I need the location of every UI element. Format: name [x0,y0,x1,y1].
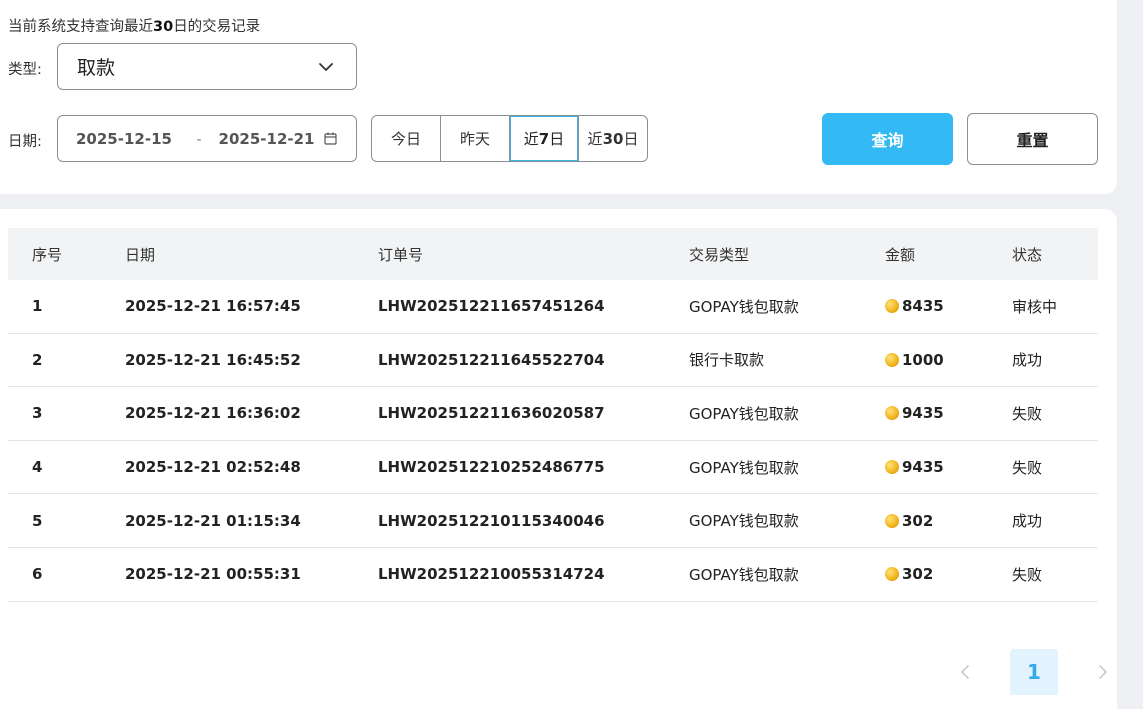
quick-7-days-button[interactable]: 近7日 [510,116,579,161]
amount-text: 302 [902,565,934,584]
date-start[interactable]: 2025-12-15 [76,130,185,148]
query-button[interactable]: 查询 [822,113,953,165]
records-table-panel: 序号 日期 订单号 交易类型 金额 状态 1 2025-12-21 16:57:4… [0,209,1117,709]
table-body: 1 2025-12-21 16:57:45 LHW20251221165745126… [8,280,1098,602]
cell-date: 2025-12-21 02:52:48 [125,458,301,477]
cell-order-no: LHW202512211645522704 [378,350,605,369]
header-order-no: 订单号 [378,245,424,264]
header-type: 交易类型 [689,245,750,264]
cell-order-no: LHW202512210055314724 [378,565,605,584]
quick-yesterday-button[interactable]: 昨天 [441,116,510,161]
quick-date-buttons: 今日 昨天 近7日 近 30 日 [371,115,648,162]
cell-type: GOPAY钱包取款 [689,512,799,531]
cell-index: 2 [32,350,43,369]
chevron-left-icon[interactable] [940,649,990,695]
table-row: 3 2025-12-21 16:36:02 LHW20251221163602058… [8,387,1098,441]
header-date: 日期 [125,245,156,264]
cell-order-no: LHW202512211636020587 [378,404,605,423]
cell-index: 3 [32,404,43,423]
cell-type: 银行卡取款 [689,351,765,370]
cell-status: 成功 [1012,512,1043,531]
amount-value: 1000 [885,351,988,369]
cell-amount: 9435 [861,404,988,422]
cell-date: 2025-12-21 16:36:02 [125,404,301,423]
cell-index: 4 [32,458,43,477]
calendar-icon[interactable] [322,131,338,147]
cell-date: 2025-12-21 01:15:34 [125,511,301,530]
header-amount: 金额 [885,245,916,264]
cell-type: GOPAY钱包取款 [689,565,799,584]
type-label: 类型: [8,62,42,78]
cell-index: 1 [32,297,43,316]
coin-icon [885,299,899,314]
coin-icon [885,406,899,421]
cell-index: 6 [32,565,43,584]
date-label: 日期: [8,134,42,150]
cell-date: 2025-12-21 16:57:45 [125,297,301,316]
amount-value: 9435 [885,458,988,476]
date-separator: - [196,129,202,148]
coin-icon [885,352,899,367]
page-number-current[interactable]: 1 [1010,649,1058,695]
cell-order-no: LHW202512210115340046 [378,511,605,530]
date-end[interactable]: 2025-12-21 [214,130,323,148]
cell-status: 失败 [1012,458,1043,477]
cell-status: 失败 [1012,404,1043,423]
filter-panel: ████ 当前系统支持查询最近30日的交易记录 类型: 取款 日期: 2025-… [0,0,1117,194]
hint-prefix: 当前系统支持查询最近 [8,19,153,35]
amount-text: 1000 [902,350,944,369]
coin-icon [885,460,899,475]
amount-text: 8435 [902,297,944,316]
amount-value: 302 [885,512,988,530]
cell-type: GOPAY钱包取款 [689,297,799,316]
table-row: 6 2025-12-21 00:55:31 LHW20251221005531472… [8,548,1098,602]
cell-status: 失败 [1012,565,1043,584]
date-range-picker[interactable]: 2025-12-15 - 2025-12-21 [57,115,357,162]
cell-amount: 302 [861,512,988,530]
chevron-down-icon [315,56,337,78]
cell-amount: 1000 [861,351,988,369]
cell-date: 2025-12-21 16:45:52 [125,350,301,369]
table-row: 2 2025-12-21 16:45:52 LHW20251221164552270… [8,334,1098,388]
cell-status: 成功 [1012,351,1043,370]
cell-order-no: LHW202512211657451264 [378,297,605,316]
table-row: 1 2025-12-21 16:57:45 LHW20251221165745126… [8,280,1098,334]
quick-30-days-button[interactable]: 近 30 日 [579,116,647,161]
type-select[interactable]: 取款 [57,43,357,90]
header-index: 序号 [32,245,63,264]
cell-amount: 8435 [861,297,988,315]
chevron-right-icon[interactable] [1078,649,1128,695]
pagination: 1 [940,649,1128,695]
query-range-hint: 当前系统支持查询最近30日的交易记录 [8,15,260,36]
cell-amount: 9435 [861,458,988,476]
type-select-value: 取款 [77,57,116,79]
cell-status: 审核中 [1012,297,1058,316]
table-header: 序号 日期 订单号 交易类型 金额 状态 [8,228,1098,280]
coin-icon [885,513,899,528]
header-status: 状态 [1012,245,1043,264]
table-row: 5 2025-12-21 01:15:34 LHW20251221011534004… [8,494,1098,548]
quick-today-button[interactable]: 今日 [372,116,441,161]
reset-button[interactable]: 重置 [967,113,1098,165]
amount-value: 8435 [885,297,988,315]
cell-order-no: LHW202512210252486775 [378,458,605,477]
coin-icon [885,567,899,582]
amount-value: 302 [885,565,988,583]
cell-type: GOPAY钱包取款 [689,458,799,477]
amount-text: 302 [902,511,934,530]
amount-text: 9435 [902,404,944,423]
hint-suffix: 日的交易记录 [173,19,261,35]
hint-days: 30 [153,19,174,35]
cell-amount: 302 [861,565,988,583]
cell-index: 5 [32,511,43,530]
cell-type: GOPAY钱包取款 [689,404,799,423]
cell-date: 2025-12-21 00:55:31 [125,565,301,584]
amount-value: 9435 [885,404,988,422]
amount-text: 9435 [902,458,944,477]
table-row: 4 2025-12-21 02:52:48 LHW20251221025248677… [8,441,1098,495]
